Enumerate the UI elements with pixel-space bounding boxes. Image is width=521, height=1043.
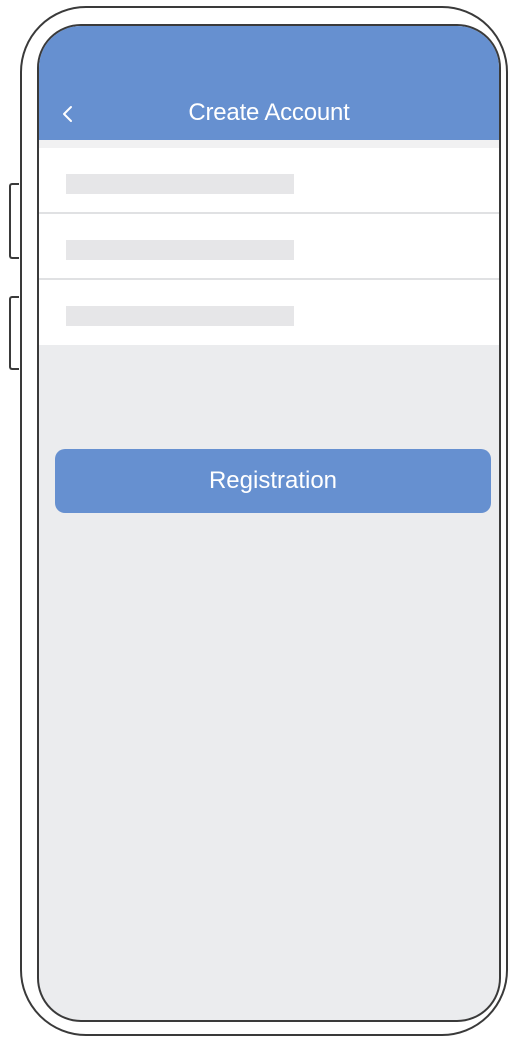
form-field-2[interactable] — [39, 214, 499, 278]
form-field-3[interactable] — [39, 280, 499, 345]
phone-side-button-upper — [9, 183, 19, 259]
phone-side-button-lower — [9, 296, 19, 370]
page-title: Create Account — [188, 99, 350, 126]
account-form — [39, 148, 499, 345]
field-placeholder-bar — [66, 306, 294, 326]
header-separator — [39, 140, 499, 148]
registration-button[interactable]: Registration — [55, 449, 491, 513]
form-field-1[interactable] — [39, 148, 499, 212]
phone-screen: Create Account Registration — [37, 24, 501, 1022]
field-placeholder-bar — [66, 240, 294, 260]
field-placeholder-bar — [66, 174, 294, 194]
app-header: Create Account — [39, 26, 499, 140]
